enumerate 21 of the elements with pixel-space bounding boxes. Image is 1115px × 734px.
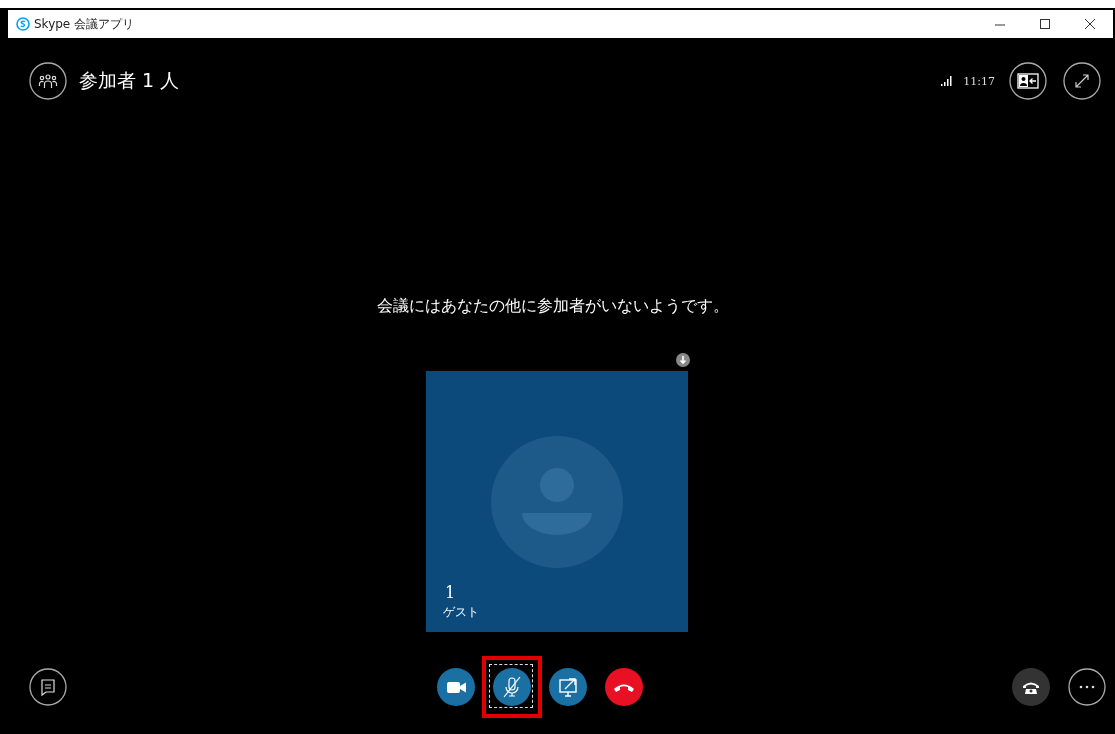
maximize-icon[interactable]: [1040, 19, 1050, 29]
participant-name: ゲスト: [443, 604, 479, 621]
more-options-icon[interactable]: [1068, 668, 1106, 706]
skype-logo-icon: [16, 17, 30, 31]
chat-icon[interactable]: [29, 668, 67, 706]
window-title: Skype 会議アプリ: [34, 15, 135, 33]
participant-number: 1: [445, 583, 456, 602]
contact-card-icon[interactable]: [1009, 62, 1047, 100]
signal-icon: [941, 76, 954, 86]
participants-label: 参加者 1 人: [79, 68, 180, 93]
status-message: 会議にはあなたの他に参加者がいないようです。: [375, 296, 730, 317]
screen-share-icon[interactable]: [548, 668, 587, 706]
hang-up-icon[interactable]: [604, 668, 643, 706]
download-icon[interactable]: [676, 353, 690, 367]
close-icon[interactable]: [1085, 19, 1095, 29]
avatar-icon: [491, 436, 623, 568]
participants-icon[interactable]: [29, 62, 67, 100]
call-time: 11:17: [963, 74, 995, 88]
video-camera-icon[interactable]: [436, 668, 475, 706]
expand-icon[interactable]: [1063, 62, 1101, 100]
phone-icon[interactable]: [1012, 668, 1050, 706]
